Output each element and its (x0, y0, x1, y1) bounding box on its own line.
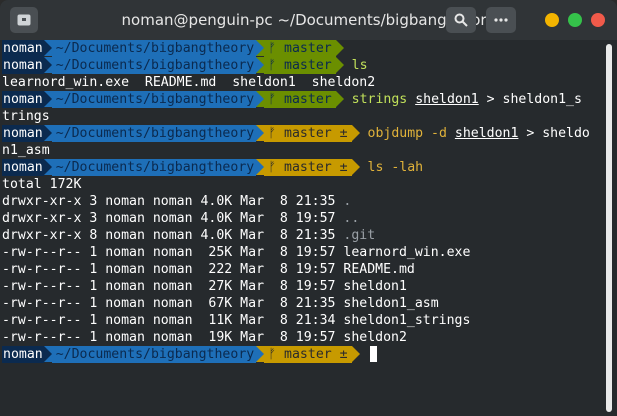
prompt-user: noman (2, 125, 44, 142)
powerline-separator (43, 125, 52, 141)
output-text: -rw-r--r-- 1 noman noman 222 Mar 8 19:57… (2, 262, 415, 277)
powerline-separator (43, 91, 52, 107)
command-text: objdump -d (367, 126, 455, 141)
powerline-separator (256, 40, 265, 56)
prompt-directory: ~/Documents/bigbangtheory (51, 346, 257, 363)
output-text: learnord_win.exe README.md sheldon1 shel… (2, 75, 376, 90)
output-line: -rw-r--r-- 1 noman noman 19K Mar 8 19:57… (2, 329, 602, 346)
output-line: -rw-r--r-- 1 noman noman 25K Mar 8 19:57… (2, 244, 602, 261)
menu-button[interactable] (486, 7, 516, 33)
output-line: -rw-r--r-- 1 noman noman 27K Mar 8 19:57… (2, 278, 602, 295)
listing-name: . (343, 194, 352, 209)
prompt-git-branch: ᚠ master ± (264, 159, 352, 176)
terminal-output[interactable]: noman ~/Documents/bigbangtheory ᚠ master n… (2, 40, 602, 416)
output-line: learnord_win.exe README.md sheldon1 shel… (2, 74, 602, 91)
prompt-git-branch: ᚠ master (264, 57, 336, 74)
terminal-window: noman@penguin-pc ~/Documents/bigbangtheo… (0, 0, 617, 416)
output-line: -rw-r--r-- 1 noman noman 11K Mar 8 21:34… (2, 312, 602, 329)
powerline-separator (335, 91, 344, 107)
powerline-separator (43, 57, 52, 73)
command-text: strings (351, 92, 416, 107)
command-argument: sheldon1 (454, 126, 519, 141)
more-icon (494, 18, 508, 22)
output-text: -rw-r--r-- 1 noman noman 25K Mar 8 19:57… (2, 245, 471, 260)
powerline-separator (256, 57, 265, 73)
powerline-separator (335, 40, 344, 56)
output-line: n1_asm (2, 142, 602, 159)
prompt-directory: ~/Documents/bigbangtheory (51, 125, 257, 142)
output-line: total 172K (2, 176, 602, 193)
output-text: -rw-r--r-- 1 noman noman 27K Mar 8 19:57… (2, 279, 407, 294)
title-bar[interactable]: noman@penguin-pc ~/Documents/bigbangtheo… (0, 0, 617, 40)
prompt-user: noman (2, 40, 44, 57)
prompt-line: noman ~/Documents/bigbangtheory ᚠ master ±… (2, 125, 602, 142)
output-line: drwxr-xr-x 3 noman noman 4.0K Mar 8 21:3… (2, 193, 602, 210)
output-line: drwxr-xr-x 3 noman noman 4.0K Mar 8 19:5… (2, 210, 602, 227)
search-button[interactable] (446, 7, 476, 33)
output-line: drwxr-xr-x 8 noman noman 4.0K Mar 8 21:3… (2, 227, 602, 244)
prompt-git-branch: ᚠ master (264, 91, 336, 108)
prompt-user: noman (2, 57, 44, 74)
prompt-user: noman (2, 346, 44, 363)
output-text: total 172K (2, 177, 82, 192)
powerline-separator (256, 346, 265, 362)
prompt-directory: ~/Documents/bigbangtheory (51, 40, 257, 57)
prompt-line: noman ~/Documents/bigbangtheory ᚠ master ±… (2, 159, 602, 176)
command-text: ls -lah (367, 160, 424, 175)
prompt-line: noman ~/Documents/bigbangtheory ᚠ master s… (2, 91, 602, 108)
output-text: -rw-r--r-- 1 noman noman 19K Mar 8 19:57… (2, 330, 407, 345)
output-line: trings (2, 108, 602, 125)
scrollbar[interactable] (606, 44, 612, 412)
maximize-button[interactable] (568, 13, 582, 27)
command-text: > sheldo (518, 126, 590, 141)
powerline-separator (256, 125, 265, 141)
output-line: -rw-r--r-- 1 noman noman 222 Mar 8 19:57… (2, 261, 602, 278)
output-text: -rw-r--r-- 1 noman noman 11K Mar 8 21:34… (2, 313, 471, 328)
output-line: -rw-r--r-- 1 noman noman 67K Mar 8 21:35… (2, 295, 602, 312)
output-text: -rw-r--r-- 1 noman noman 67K Mar 8 21:35… (2, 296, 439, 311)
command-text: > sheldon1_s (478, 92, 582, 107)
powerline-separator (43, 40, 52, 56)
listing-entry: drwxr-xr-x 3 noman noman 4.0K Mar 8 19:5… (2, 211, 344, 226)
prompt-line: noman ~/Documents/bigbangtheory ᚠ master ± (2, 346, 602, 363)
prompt-directory: ~/Documents/bigbangtheory (51, 57, 257, 74)
prompt-git-branch: ᚠ master ± (264, 125, 352, 142)
listing-entry: drwxr-xr-x 8 noman noman 4.0K Mar 8 21:3… (2, 228, 344, 243)
search-icon (454, 13, 468, 27)
powerline-separator (43, 159, 52, 175)
prompt-line: noman ~/Documents/bigbangtheory ᚠ master l… (2, 57, 602, 74)
prompt-line: noman ~/Documents/bigbangtheory ᚠ master (2, 40, 602, 57)
powerline-separator (351, 346, 360, 362)
powerline-separator (335, 57, 344, 73)
powerline-separator (256, 159, 265, 175)
output-text: n1_asm (2, 143, 50, 158)
listing-name: .git (343, 228, 376, 243)
powerline-separator (351, 125, 360, 141)
listing-name: .. (343, 211, 360, 226)
output-text: trings (2, 109, 50, 124)
close-button[interactable] (591, 13, 605, 27)
command-argument: sheldon1 (415, 92, 479, 107)
prompt-directory: ~/Documents/bigbangtheory (51, 91, 257, 108)
minimize-button[interactable] (545, 13, 559, 27)
prompt-user: noman (2, 91, 44, 108)
prompt-git-branch: ᚠ master ± (264, 346, 352, 363)
listing-entry: drwxr-xr-x 3 noman noman 4.0K Mar 8 21:3… (2, 194, 344, 209)
prompt-git-branch: ᚠ master (264, 40, 336, 57)
prompt-user: noman (2, 159, 44, 176)
powerline-separator (351, 159, 360, 175)
command-text: ls (351, 58, 368, 73)
powerline-separator (43, 346, 52, 362)
terminal-cursor (369, 346, 377, 362)
prompt-directory: ~/Documents/bigbangtheory (51, 159, 257, 176)
powerline-separator (256, 91, 265, 107)
window-title: noman@penguin-pc ~/Documents/bigbangtheo… (121, 11, 496, 29)
